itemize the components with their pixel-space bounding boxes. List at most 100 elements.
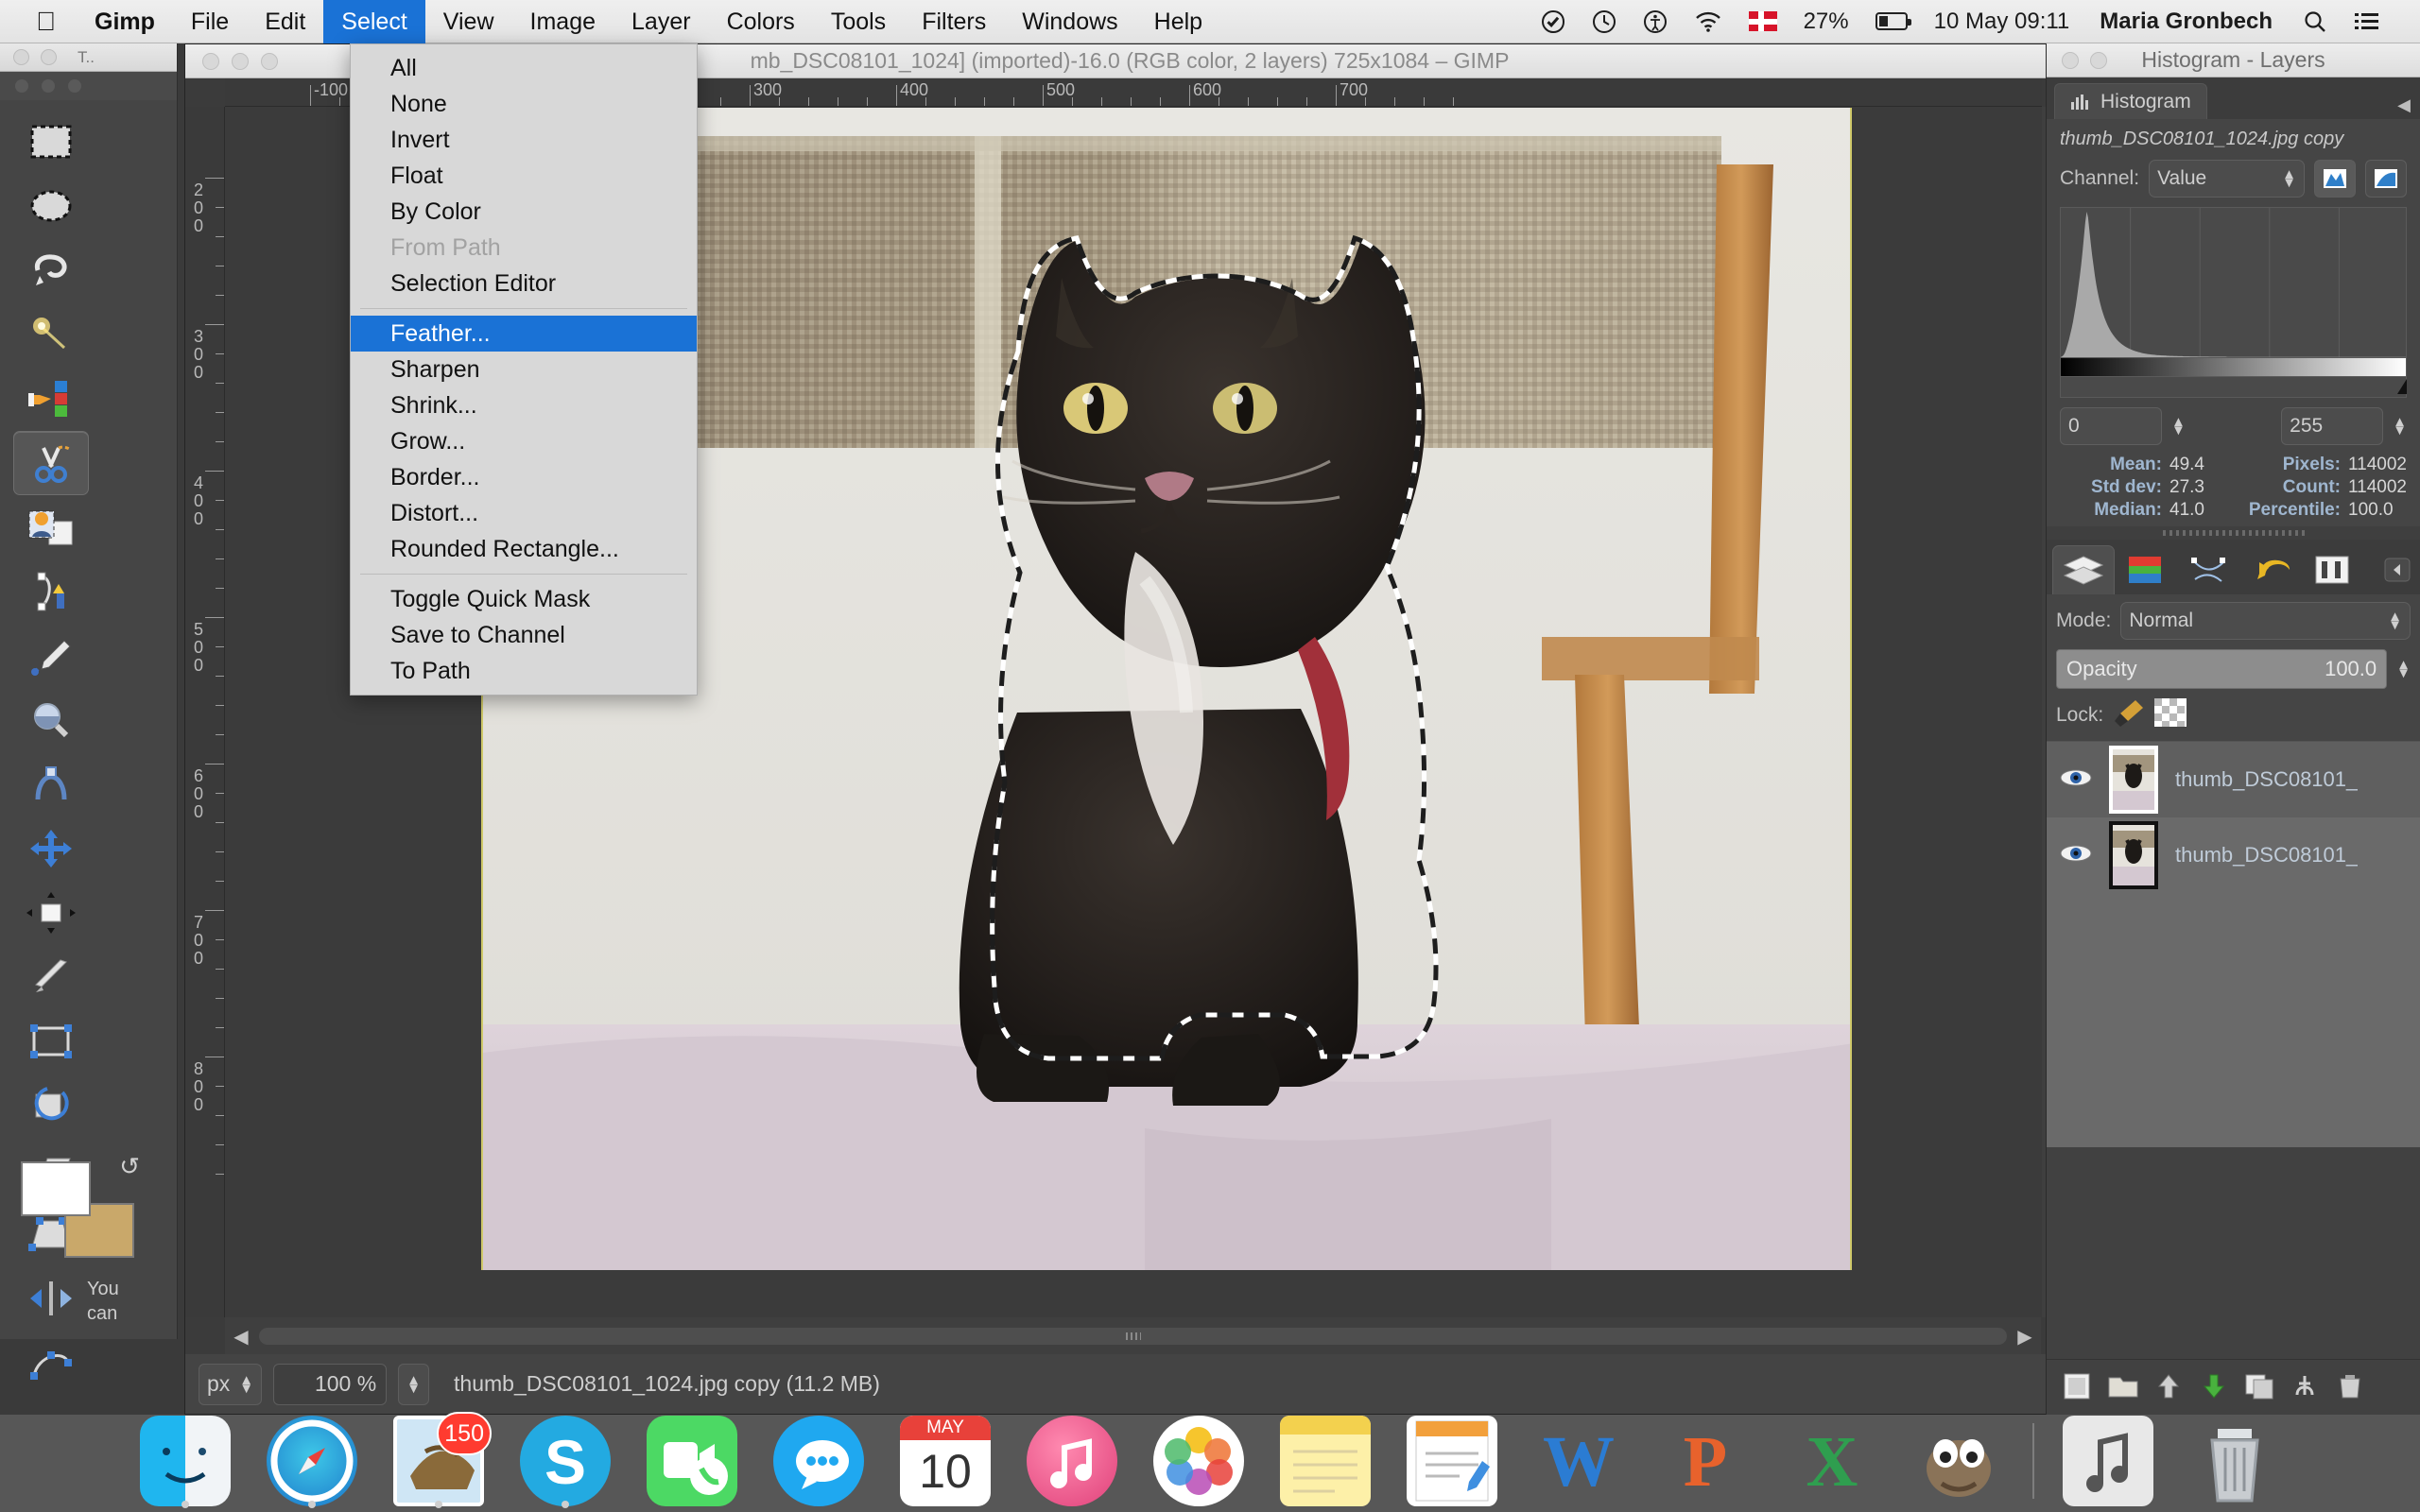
ellipse-select-tool[interactable] [13,174,89,238]
menu-item-by-color[interactable]: By Color [351,194,697,230]
menubar-item-file[interactable]: File [173,0,247,43]
table-row[interactable]: thumb_DSC08101_ [2047,742,2420,817]
lock-pixels-icon[interactable] [2113,698,2145,731]
anchor-layer-icon[interactable] [2289,1372,2321,1405]
paths-tool[interactable] [13,559,89,624]
dock-app-trash[interactable] [2182,1416,2288,1506]
measure-tool[interactable] [13,752,89,816]
new-layer-icon[interactable] [2062,1372,2094,1405]
scroll-right-button[interactable]: ▶ [2009,1318,2041,1354]
menu-item-none[interactable]: None [351,86,697,122]
menu-item-to-path[interactable]: To Path [351,653,697,689]
scissors-select-tool[interactable] [13,431,89,495]
danish-flag-icon[interactable] [1736,0,1790,43]
range-high-input[interactable]: 255 [2281,407,2384,445]
tab-tool-presets[interactable] [2302,545,2364,594]
dock-app-word[interactable]: W [1526,1416,1632,1506]
apple-logo-icon[interactable]:  [0,0,77,43]
dock-app-messages[interactable] [766,1416,872,1506]
menubar-item-windows[interactable]: Windows [1004,0,1135,43]
dock-app-facetime[interactable] [639,1416,745,1506]
layer-thumbnail[interactable] [2109,821,2158,889]
dock-app-pages[interactable] [1399,1416,1505,1506]
tab-channels[interactable] [2115,545,2177,594]
table-row[interactable]: thumb_DSC08101_ [2047,817,2420,893]
menubar-item-filters[interactable]: Filters [904,0,1004,43]
tab-paths[interactable] [2177,545,2239,594]
menu-item-grow[interactable]: Grow... [351,423,697,459]
dock-app-excel[interactable]: X [1779,1416,1885,1506]
dock-app-powerpoint[interactable]: P [1652,1416,1758,1506]
menu-item-invert[interactable]: Invert [351,122,697,158]
new-group-icon[interactable] [2107,1372,2139,1405]
channel-select[interactable]: Value ▲ ▼ [2149,160,2305,198]
range-low-stepper[interactable]: ▲ ▼ [2171,415,2186,438]
layer-thumbnail[interactable] [2109,746,2158,814]
toolbox-minimize-button[interactable] [41,49,57,65]
mode-select[interactable]: Normal ▲ ▼ [2120,602,2411,640]
menubar-item-help[interactable]: Help [1136,0,1220,43]
time-machine-icon[interactable] [1579,0,1630,43]
menu-item-save-to-channel[interactable]: Save to Channel [351,617,697,653]
horizontal-scroll-thumb[interactable] [259,1328,2007,1345]
delete-layer-icon[interactable] [2334,1372,2366,1405]
notification-list-icon[interactable] [2341,0,2394,43]
opacity-stepper-icon[interactable]: ▲ ▼ [2396,658,2411,680]
vertical-ruler[interactable]: 2 0 0 3 0 0 4 0 0 5 0 0 6 0 0 7 0 0 8 0 0 [185,107,225,1317]
align-tool[interactable] [13,881,89,945]
crop-tool[interactable] [13,945,89,1009]
dock-app-gimp[interactable] [1906,1416,2012,1506]
menu-item-feather[interactable]: Feather... [351,316,697,352]
tab-layers[interactable] [2052,545,2115,594]
scroll-left-button[interactable]: ◀ [225,1318,257,1354]
menu-item-float[interactable]: Float [351,158,697,194]
tab-histogram[interactable]: Histogram [2054,83,2207,119]
menu-item-distort[interactable]: Distort... [351,495,697,531]
color-picker-tool[interactable] [13,624,89,688]
menubar-item-tools[interactable]: Tools [813,0,904,43]
menubar-item-view[interactable]: View [425,0,512,43]
fuzzy-select-tool[interactable] [13,302,89,367]
menu-item-toggle-quick-mask[interactable]: Toggle Quick Mask [351,581,697,617]
menu-item-border[interactable]: Border... [351,459,697,495]
lock-alpha-icon[interactable] [2154,698,2187,731]
dock-resize-grip[interactable] [2047,526,2420,540]
channel-stepper-icon[interactable]: ▲ ▼ [2282,167,2296,190]
accessibility-icon[interactable] [1630,0,1681,43]
foreground-background-color-area[interactable]: ↺ [21,1152,140,1258]
wifi-icon[interactable] [1681,0,1736,43]
battery-icon[interactable] [1862,0,1921,43]
canvas-horizontal-scrollbar[interactable]: ◀ ▶ [225,1317,2041,1355]
dock-app-finder[interactable] [132,1416,238,1508]
opacity-slider[interactable]: Opacity 100.0 [2056,649,2388,689]
zoom-input[interactable]: 100 % [273,1363,388,1405]
checkmark-circle-icon[interactable] [1528,0,1579,43]
swap-colors-icon[interactable]: ↺ [119,1152,140,1181]
menu-item-rounded-rectangle[interactable]: Rounded Rectangle... [351,531,697,567]
histogram-range-bar[interactable] [2060,377,2407,398]
menubar-item-edit[interactable]: Edit [247,0,323,43]
dock-app-itunes[interactable] [1019,1416,1125,1506]
unit-stepper-icon[interactable]: ▲ ▼ [239,1373,253,1396]
rect-select-tool[interactable] [13,110,89,174]
foreground-color-swatch[interactable] [21,1161,91,1216]
move-tool[interactable] [13,816,89,881]
foreground-select-tool[interactable] [13,495,89,559]
layer-list[interactable]: thumb_DSC08101_ thumb_DSC08101_ [2047,741,2420,1147]
dock-collapse-icon[interactable]: ◀ [2397,95,2411,115]
layer-visibility-icon[interactable] [2060,767,2092,793]
menu-item-all[interactable]: All [351,50,697,86]
dock-app-calendar[interactable]: MAY 10 [892,1416,998,1506]
clock-datetime[interactable]: 10 May 09:11 [1921,0,2083,43]
rotate-tool[interactable] [13,1074,89,1138]
logarithmic-histogram-button[interactable] [2365,160,2407,198]
menu-item-shrink[interactable]: Shrink... [351,387,697,423]
range-high-stepper[interactable]: ▲ ▼ [2393,415,2407,438]
dock-app-photos[interactable] [1146,1416,1252,1506]
duplicate-layer-icon[interactable] [2243,1372,2275,1405]
zoom-stepper-icon[interactable]: ▲ ▼ [406,1373,421,1396]
dock-app-safari[interactable] [259,1416,365,1508]
raise-layer-icon[interactable] [2152,1372,2185,1405]
unified-transform-tool[interactable] [13,1009,89,1074]
histogram-plot[interactable] [2060,207,2407,358]
